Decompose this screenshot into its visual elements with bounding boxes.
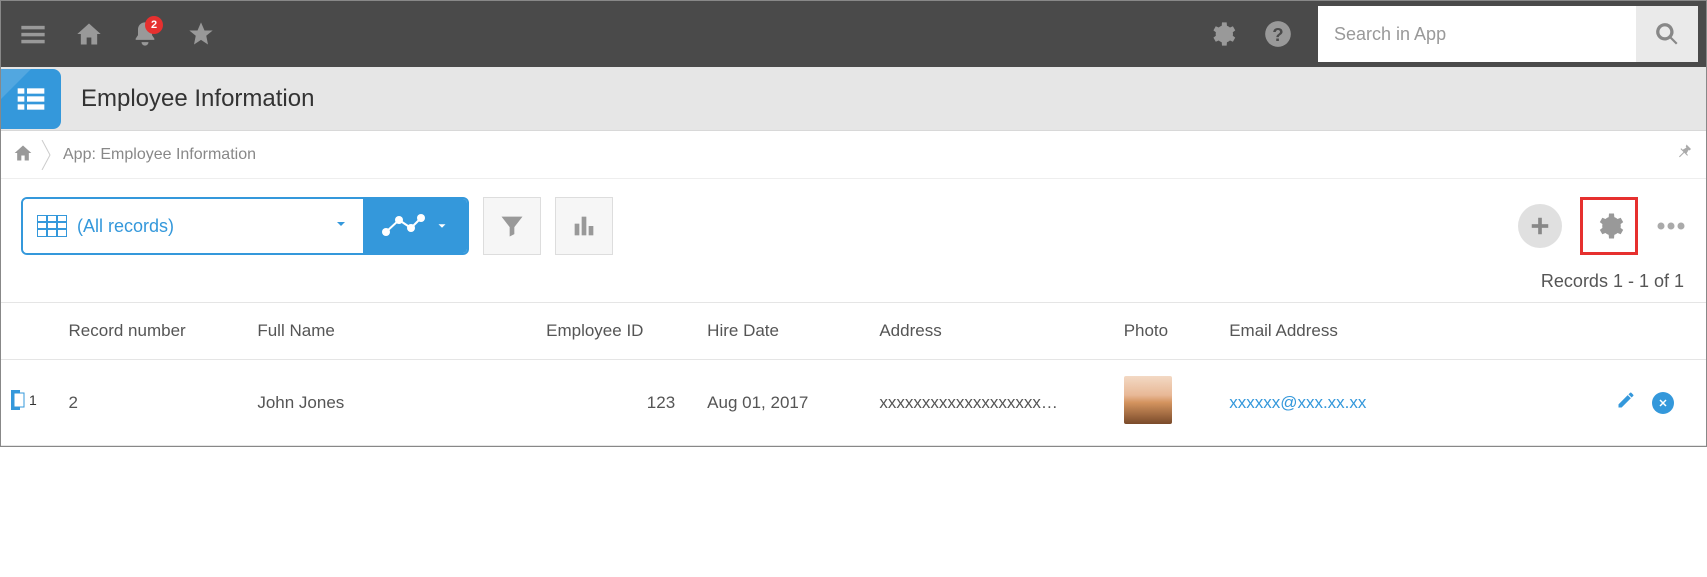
col-header-address[interactable]: Address: [867, 303, 1111, 360]
cell-email-link[interactable]: xxxxxx@xxx.xx.xx: [1229, 393, 1366, 412]
breadcrumb-separator-icon: [41, 140, 53, 170]
cell-hire-date: Aug 01, 2017: [695, 360, 867, 446]
view-toolbar: (All records): [1, 179, 1706, 267]
search-input[interactable]: [1318, 6, 1636, 62]
view-selector-group: (All records): [21, 197, 469, 255]
records-table: Record number Full Name Employee ID Hire…: [1, 302, 1706, 446]
svg-text:?: ?: [1272, 24, 1283, 45]
view-select-dropdown[interactable]: (All records): [23, 199, 363, 253]
col-header-record-number[interactable]: Record number: [57, 303, 246, 360]
more-menu-button[interactable]: [1656, 218, 1686, 234]
cell-record-number: 2: [57, 360, 246, 446]
view-select-label: (All records): [77, 216, 174, 237]
edit-row-button[interactable]: [1616, 390, 1636, 415]
row-index: 1: [29, 392, 37, 408]
add-record-button[interactable]: [1518, 204, 1562, 248]
menu-icon[interactable]: [9, 10, 57, 58]
app-settings-button[interactable]: [1580, 197, 1638, 255]
col-header-photo[interactable]: Photo: [1112, 303, 1218, 360]
breadcrumb: App: Employee Information: [1, 131, 1706, 179]
search-button[interactable]: [1636, 6, 1698, 62]
records-count: Records 1 - 1 of 1: [1, 267, 1706, 302]
cell-photo: [1112, 360, 1218, 446]
cell-full-name: John Jones: [245, 360, 534, 446]
app-titlebar: Employee Information: [1, 67, 1706, 131]
notifications-icon[interactable]: 2: [121, 10, 169, 58]
breadcrumb-home-icon[interactable]: [13, 143, 37, 167]
col-header-email[interactable]: Email Address: [1217, 303, 1572, 360]
cell-address: xxxxxxxxxxxxxxxxxxx…: [867, 360, 1111, 446]
col-header-full-name[interactable]: Full Name: [245, 303, 534, 360]
chart-button[interactable]: [555, 197, 613, 255]
settings-icon[interactable]: [1198, 10, 1246, 58]
filter-button[interactable]: [483, 197, 541, 255]
global-header: 2 ?: [1, 1, 1706, 67]
table-row[interactable]: 1 2 John Jones 123 Aug 01, 2017 xxxxxxxx…: [1, 360, 1706, 446]
search-box: [1318, 6, 1698, 62]
photo-thumbnail[interactable]: [1124, 376, 1172, 424]
chevron-down-icon: [333, 216, 349, 237]
row-marker: 1: [11, 390, 37, 410]
pin-icon[interactable]: [1676, 143, 1694, 166]
home-icon[interactable]: [65, 10, 113, 58]
favorites-icon[interactable]: [177, 10, 225, 58]
app-icon: [1, 69, 61, 129]
help-icon[interactable]: ?: [1254, 10, 1302, 58]
col-header-employee-id[interactable]: Employee ID: [534, 303, 695, 360]
col-header-hire-date[interactable]: Hire Date: [695, 303, 867, 360]
delete-row-button[interactable]: [1652, 392, 1674, 414]
app-title: Employee Information: [81, 85, 314, 113]
breadcrumb-text: App: Employee Information: [63, 146, 256, 164]
chevron-down-icon: [435, 219, 449, 233]
cell-employee-id: 123: [534, 360, 695, 446]
notification-badge: 2: [145, 16, 163, 34]
graph-view-button[interactable]: [363, 199, 467, 253]
